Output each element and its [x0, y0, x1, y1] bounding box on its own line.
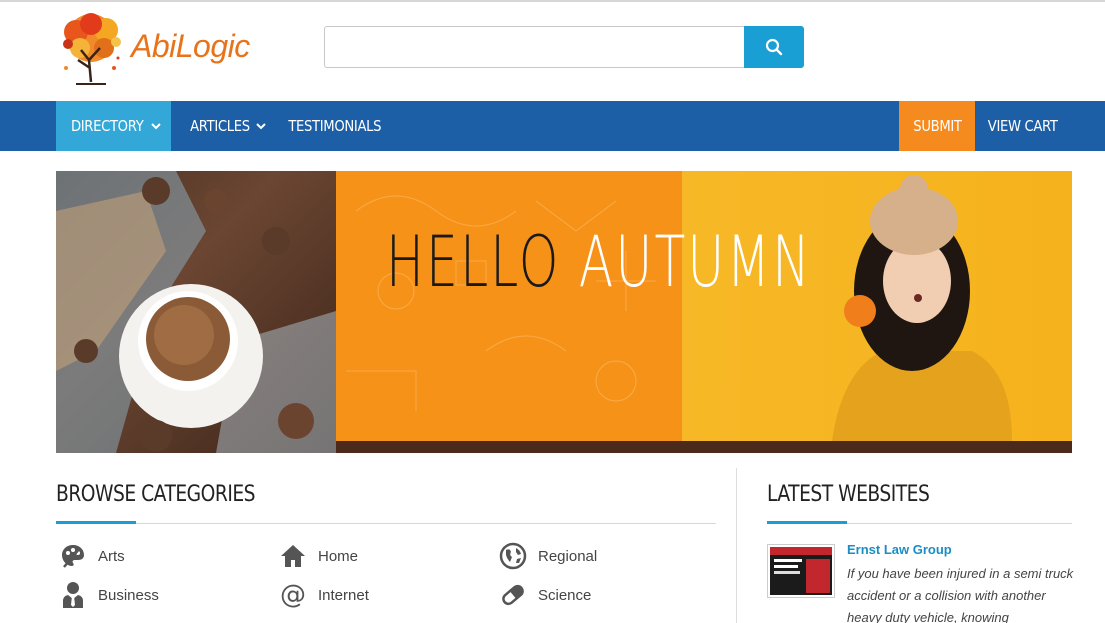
category-arts-label: Arts: [98, 547, 125, 565]
nav-submit-label: SUBMIT: [912, 117, 962, 135]
globe-icon: [498, 541, 528, 571]
search-icon: [765, 38, 783, 56]
category-internet[interactable]: @ Internet: [278, 580, 369, 610]
latest-websites-title: LATEST WEBSITES: [767, 482, 930, 507]
palette-icon: [58, 541, 88, 571]
categories-divider: [56, 523, 716, 524]
top-border: [0, 0, 1105, 2]
autumn-tree-icon: [63, 13, 121, 85]
category-science[interactable]: Science: [498, 580, 591, 610]
category-science-label: Science: [538, 586, 592, 604]
category-internet-label: Internet: [318, 586, 369, 604]
nav-testimonials-label: TESTIMONIALS: [288, 117, 382, 135]
banner-woman-image: [682, 171, 1072, 441]
nav-view-cart-label: VIEW CART: [987, 117, 1058, 135]
categories-accent: [56, 521, 136, 524]
category-regional[interactable]: Regional: [498, 541, 597, 571]
category-business-label: Business: [98, 586, 159, 604]
category-home[interactable]: Home: [278, 541, 358, 571]
category-home-label: Home: [318, 547, 359, 565]
nav-testimonials[interactable]: TESTIMONIALS: [282, 101, 388, 151]
site-title-link[interactable]: Ernst Law Group: [847, 542, 952, 557]
chevron-down-icon: [150, 123, 161, 130]
search-button[interactable]: [744, 26, 804, 68]
nav-submit[interactable]: SUBMIT: [899, 101, 975, 151]
category-business[interactable]: Business: [58, 580, 159, 610]
nav-articles[interactable]: ARTICLES: [176, 101, 276, 151]
banner-word-autumn: AUTUMN: [578, 221, 812, 303]
search-input[interactable]: [324, 26, 745, 68]
search-bar: [324, 26, 804, 68]
site-description: If you have been injured in a semi truck…: [847, 566, 1074, 623]
nav-view-cart[interactable]: VIEW CART: [975, 101, 1070, 151]
browse-categories-title: BROWSE CATEGORIES: [56, 482, 256, 507]
banner-orange-panel: [336, 171, 682, 441]
banner-word-hello: HELLO: [386, 221, 561, 303]
main-nav: DIRECTORY ARTICLES TESTIMONIALS SUBMIT V…: [0, 101, 1105, 151]
banner-coffee-image: [56, 171, 336, 453]
businessman-icon: [58, 580, 88, 610]
chevron-down-icon: [256, 123, 266, 130]
pill-icon: [498, 580, 528, 610]
site-logo[interactable]: AbiLogic: [56, 10, 266, 88]
latest-accent: [767, 521, 847, 524]
nav-directory-label: DIRECTORY: [71, 117, 144, 135]
logo-text: AbiLogic: [131, 28, 250, 64]
site-thumbnail[interactable]: [767, 544, 835, 598]
column-divider: [736, 468, 737, 623]
nav-articles-label: ARTICLES: [190, 117, 250, 135]
banner-bottom-strip: [336, 441, 1072, 453]
at-sign-icon: @: [280, 580, 306, 610]
banner-title: HELLO AUTUMN: [386, 221, 812, 303]
category-regional-label: Regional: [538, 547, 598, 565]
category-arts[interactable]: Arts: [58, 541, 125, 571]
hero-banner[interactable]: HELLO AUTUMN: [56, 171, 1072, 453]
nav-directory[interactable]: DIRECTORY: [56, 101, 171, 151]
house-icon: [278, 541, 308, 571]
